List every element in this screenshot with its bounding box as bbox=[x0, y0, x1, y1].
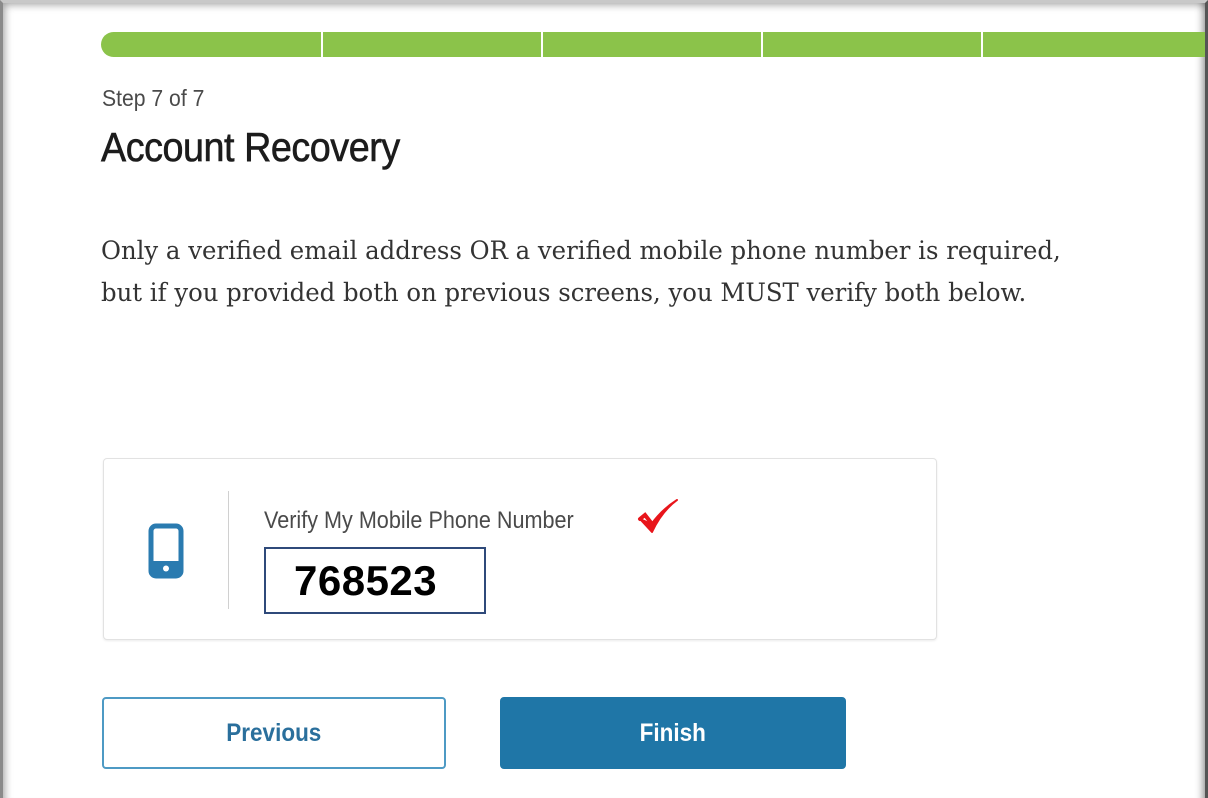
verify-phone-label: Verify My Mobile Phone Number bbox=[264, 507, 574, 534]
progress-segment bbox=[101, 32, 321, 57]
previous-button-label: Previous bbox=[226, 718, 322, 747]
mobile-phone-icon bbox=[148, 523, 184, 579]
verify-phone-card: Verify My Mobile Phone Number bbox=[103, 458, 937, 640]
checkmark-icon bbox=[638, 499, 678, 533]
progress-segment bbox=[981, 32, 1205, 57]
progress-segment bbox=[321, 32, 541, 57]
card-divider bbox=[228, 491, 229, 609]
window-frame: Step 7 of 7 Account Recovery Only a veri… bbox=[0, 0, 1208, 798]
page-title: Account Recovery bbox=[101, 124, 401, 171]
instructions-text: Only a verified email address OR a verif… bbox=[101, 236, 1061, 308]
progress-segment bbox=[761, 32, 981, 57]
step-indicator: Step 7 of 7 bbox=[102, 85, 205, 111]
progress-bar bbox=[101, 32, 1205, 57]
finish-button[interactable]: Finish bbox=[500, 697, 846, 769]
progress-segment bbox=[541, 32, 761, 57]
finish-button-label: Finish bbox=[639, 718, 707, 747]
previous-button[interactable]: Previous bbox=[102, 697, 446, 769]
verification-code-input[interactable] bbox=[264, 547, 486, 614]
